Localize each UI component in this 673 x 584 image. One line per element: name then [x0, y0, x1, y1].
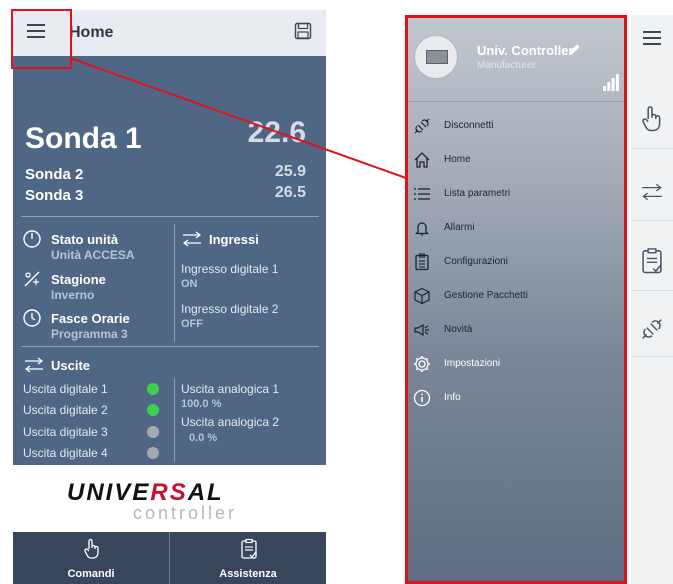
- pointer-line: [69, 57, 407, 179]
- screen: Home Sonda 1 22.6 Sonda 2 25.9 Sonda 3 2…: [0, 0, 673, 584]
